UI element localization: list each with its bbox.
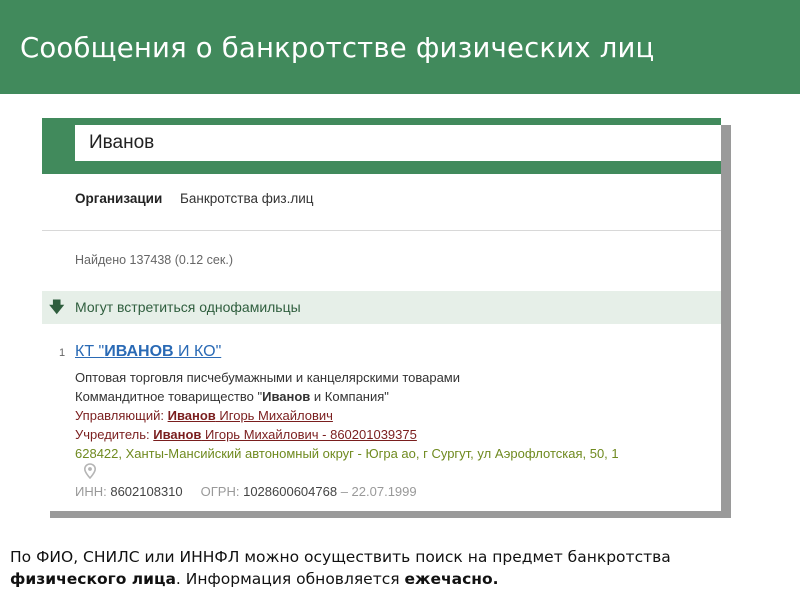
- result-address: 628422, Ханты-Мансийский автономный окру…: [75, 446, 619, 461]
- manager-label: Управляющий:: [75, 408, 168, 423]
- result-title-link[interactable]: КТ "ИВАНОВ И КО": [75, 343, 221, 361]
- founder-name: Игорь Михайлович - 860201039375: [201, 427, 417, 442]
- footer-bold-1: физического лица: [10, 570, 176, 588]
- result-manager: Управляющий: Иванов Игорь Михайлович: [75, 408, 333, 423]
- divider: [42, 230, 721, 231]
- founder-label: Учредитель:: [75, 427, 154, 442]
- footer-part1: По ФИО, СНИЛС или ИННФЛ можно осуществит…: [10, 548, 671, 566]
- slide-header: Сообщения о банкротстве физических лиц: [0, 0, 800, 94]
- ogrn-value: 1028600604768: [243, 484, 338, 499]
- manager-link[interactable]: Иванов Игорь Михайлович: [168, 408, 333, 423]
- screenshot-panel: Организации Банкротства физ.лиц Найдено …: [42, 118, 721, 511]
- tabs: Организации Банкротства физ.лиц: [75, 191, 313, 206]
- registration-date: – 22.07.1999: [337, 484, 417, 499]
- footer-bold-2: ежечасно.: [404, 570, 499, 588]
- results-count: Найдено 137438 (0.12 сек.): [75, 253, 233, 267]
- result-legal-form: Коммандитное товарищество "Иванов и Комп…: [75, 389, 389, 404]
- result-registry: ИНН: 8602108310 ОГРН: 1028600604768 – 22.…: [75, 484, 417, 499]
- legal-form-bold: Иванов: [262, 389, 311, 404]
- manager-surname: Иванов: [167, 408, 216, 423]
- manager-name: Игорь Михайлович: [215, 408, 333, 423]
- result-title-prefix: КТ ": [75, 343, 105, 360]
- result-title-suffix: И КО": [173, 343, 222, 360]
- location-pin-icon: [83, 463, 97, 479]
- inn-label: ИНН:: [75, 484, 111, 499]
- search-input[interactable]: [75, 125, 721, 161]
- tab-organizations[interactable]: Организации: [75, 191, 162, 206]
- legal-form-suffix: и Компания": [310, 389, 389, 404]
- result-founder: Учредитель: Иванов Игорь Михайлович - 86…: [75, 427, 417, 442]
- tab-bankruptcies[interactable]: Банкротства физ.лиц: [180, 191, 313, 206]
- arrow-down-icon: 🡇: [49, 299, 65, 316]
- slide-title: Сообщения о банкротстве физических лиц: [20, 32, 655, 64]
- footer-part3: . Информация обновляется: [175, 570, 405, 588]
- result-title-bold: ИВАНОВ: [104, 343, 174, 360]
- founder-surname: Иванов: [153, 427, 202, 442]
- namesakes-notice[interactable]: 🡇 Могут встретиться однофамильцы: [42, 291, 721, 324]
- result-number: 1: [59, 347, 66, 359]
- founder-link[interactable]: Иванов Игорь Михайлович - 860201039375: [153, 427, 417, 442]
- namesakes-label: Могут встретиться однофамильцы: [75, 299, 301, 315]
- result-activity: Оптовая торговля писчебумажными и канцел…: [75, 370, 461, 385]
- footer-text: По ФИО, СНИЛС или ИННФЛ можно осуществит…: [10, 546, 790, 590]
- legal-form-prefix: Коммандитное товарищество ": [75, 389, 263, 404]
- search-bar: [42, 118, 721, 174]
- ogrn-label: ОГРН:: [200, 484, 244, 499]
- inn-value: 8602108310: [110, 484, 183, 499]
